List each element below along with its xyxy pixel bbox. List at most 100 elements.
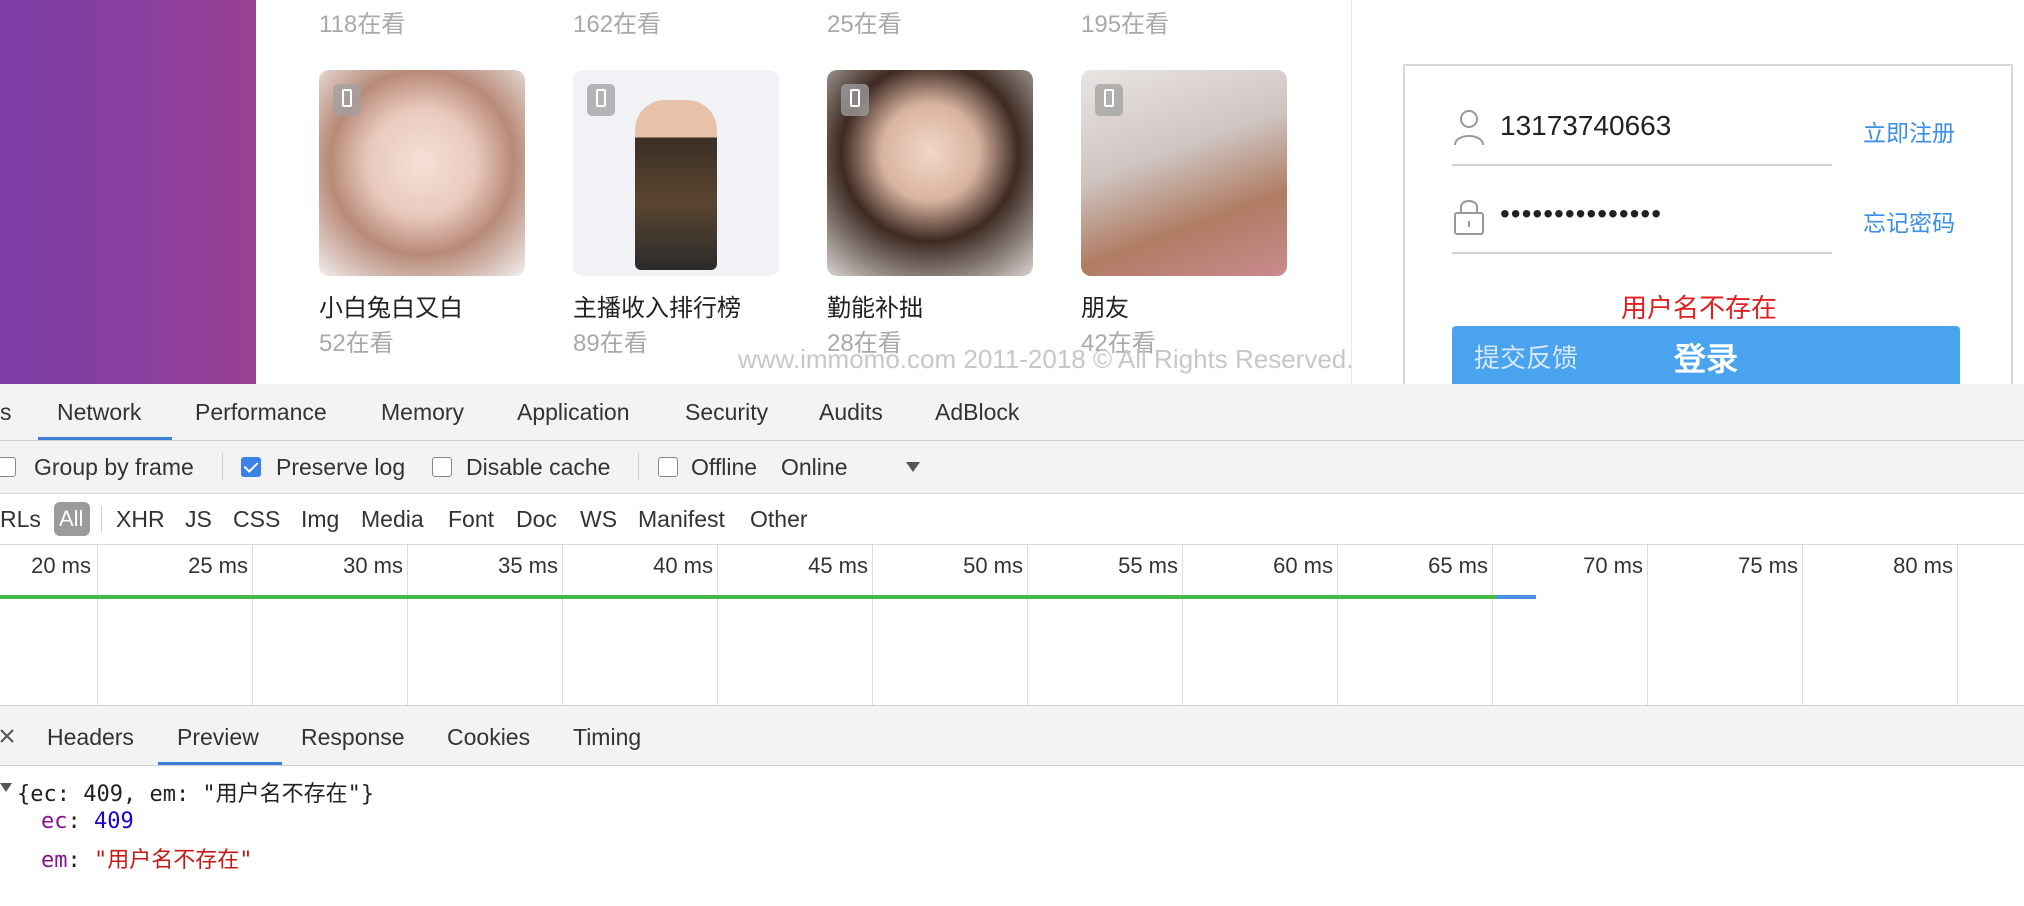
- filter-all-label: All: [59, 506, 84, 531]
- timeline-tick-label: 30 ms: [343, 553, 403, 578]
- feedback-link[interactable]: 提交反馈: [1474, 338, 1578, 375]
- filter-all[interactable]: All: [54, 502, 90, 536]
- timeline-gridline: [1027, 545, 1028, 705]
- tab-headers[interactable]: Headers: [47, 724, 134, 751]
- timeline-gridline: [1957, 545, 1958, 705]
- timeline-gridline: [1337, 545, 1338, 705]
- active-detail-tab-indicator: [158, 762, 282, 765]
- filter-font[interactable]: Font: [448, 506, 494, 533]
- login-panel: 13173740663 立即注册 ••••••••••••••• 忘记密码 用户…: [1403, 64, 2013, 384]
- timeline-tick-label: 45 ms: [808, 553, 868, 578]
- register-link[interactable]: 立即注册: [1863, 114, 1955, 148]
- filter-img[interactable]: Img: [301, 506, 339, 533]
- toolbar-divider: [638, 453, 639, 481]
- web-page: 118在看 162在看 25在看 195在看 小白兔白又白 52在看 主播收入排…: [0, 0, 2024, 384]
- tab-memory[interactable]: Memory: [381, 399, 464, 426]
- timeline-gridline: [1492, 545, 1493, 705]
- phone-icon: [587, 84, 615, 116]
- disable-cache-label: Disable cache: [466, 454, 611, 480]
- login-button-label: 登录: [1674, 341, 1739, 377]
- stream-title[interactable]: 小白兔白又白: [319, 288, 463, 323]
- tab-security[interactable]: Security: [685, 399, 768, 426]
- preview-object-summary[interactable]: {ec: 409, em: "用户名不存在"}: [17, 776, 374, 808]
- timeline-gridline: [562, 545, 563, 705]
- filter-css[interactable]: CSS: [233, 506, 280, 533]
- login-button[interactable]: 提交反馈 登录: [1452, 326, 1960, 384]
- request-download-bar: [1496, 595, 1536, 599]
- hide-data-urls-partial[interactable]: RLs: [0, 506, 41, 533]
- tab-audits[interactable]: Audits: [819, 399, 883, 426]
- devtools-panel: s Network Performance Memory Application…: [0, 384, 2024, 906]
- filter-xhr[interactable]: XHR: [116, 506, 165, 533]
- dropdown-arrow-icon[interactable]: [906, 462, 920, 472]
- stream-thumbnail[interactable]: [319, 70, 525, 276]
- timeline-gridline: [252, 545, 253, 705]
- close-icon[interactable]: [0, 729, 14, 743]
- tab-sources-partial[interactable]: s: [0, 399, 12, 426]
- viewer-count: 195在看: [1081, 11, 1170, 38]
- request-waiting-bar: [0, 595, 1496, 599]
- preview-value: "用户名不存在": [94, 848, 253, 873]
- stream-title[interactable]: 勤能补拙: [827, 288, 923, 323]
- group-by-frame-checkbox[interactable]: [0, 457, 16, 477]
- stream-thumbnail[interactable]: [827, 70, 1033, 276]
- purple-banner: [0, 0, 256, 384]
- tab-preview[interactable]: Preview: [177, 724, 259, 751]
- content-divider: [1351, 0, 1352, 384]
- viewer-count: 118在看: [319, 11, 406, 38]
- tab-network[interactable]: Network: [57, 399, 141, 426]
- filter-other[interactable]: Other: [750, 506, 808, 533]
- disable-cache-checkbox[interactable]: [432, 457, 452, 477]
- timeline-tick-label: 40 ms: [653, 553, 713, 578]
- filter-doc[interactable]: Doc: [516, 506, 557, 533]
- timeline-tick-label: 50 ms: [963, 553, 1023, 578]
- stream-thumbnail[interactable]: [573, 70, 779, 276]
- stream-title[interactable]: 朋友: [1081, 288, 1129, 323]
- filter-media[interactable]: Media: [361, 506, 424, 533]
- offline-checkbox[interactable]: [658, 457, 678, 477]
- filter-ws[interactable]: WS: [580, 506, 617, 533]
- phone-icon: [1095, 84, 1123, 116]
- timeline-gridline: [1647, 545, 1648, 705]
- timeline-gridline: [407, 545, 408, 705]
- user-icon: [1454, 110, 1484, 146]
- timeline-gridline: [1802, 545, 1803, 705]
- network-overview-timeline[interactable]: 20 ms 25 ms 30 ms 35 ms 40 ms 45 ms 50 m…: [0, 545, 2024, 706]
- person-figure: [635, 100, 717, 270]
- active-tab-indicator: [38, 437, 172, 440]
- stream-thumbnail[interactable]: [1081, 70, 1287, 276]
- preview-key: em: [41, 848, 68, 873]
- timeline-tick-label: 35 ms: [498, 553, 558, 578]
- tab-adblock[interactable]: AdBlock: [935, 399, 1019, 426]
- tab-performance[interactable]: Performance: [195, 399, 327, 426]
- timeline-tick-label: 60 ms: [1273, 553, 1333, 578]
- filter-manifest[interactable]: Manifest: [638, 506, 725, 533]
- stream-title[interactable]: 主播收入排行榜: [573, 288, 741, 323]
- username-input[interactable]: 13173740663: [1500, 110, 1671, 142]
- timeline-tick-label: 65 ms: [1428, 553, 1488, 578]
- lock-icon: [1454, 200, 1484, 235]
- timeline-gridline: [97, 545, 98, 705]
- preserve-log-checkbox[interactable]: [241, 457, 261, 477]
- group-by-frame-label: Group by frame: [34, 454, 194, 480]
- throttling-select[interactable]: Online: [781, 454, 847, 481]
- expand-triangle-icon[interactable]: [0, 783, 12, 792]
- filter-divider: [101, 506, 102, 532]
- preview-value: 409: [94, 809, 134, 834]
- tab-application[interactable]: Application: [517, 399, 630, 426]
- filter-js[interactable]: JS: [185, 506, 212, 533]
- forgot-password-link[interactable]: 忘记密码: [1863, 204, 1955, 238]
- password-input[interactable]: •••••••••••••••: [1500, 198, 1662, 230]
- timeline-tick-label: 55 ms: [1118, 553, 1178, 578]
- password-underline: [1452, 252, 1832, 254]
- timeline-tick-label: 20 ms: [31, 553, 91, 578]
- timeline-gridline: [717, 545, 718, 705]
- preview-pane: {ec: 409, em: "用户名不存在"} ec: 409 em: "用户名…: [0, 766, 2024, 906]
- timeline-tick-label: 75 ms: [1738, 553, 1798, 578]
- tab-timing[interactable]: Timing: [573, 724, 641, 751]
- timeline-tick-label: 25 ms: [188, 553, 248, 578]
- timeline-tick-label: 70 ms: [1583, 553, 1643, 578]
- network-toolbar: Group by frame Preserve log Disable cach…: [0, 441, 2024, 494]
- tab-response[interactable]: Response: [301, 724, 405, 751]
- tab-cookies[interactable]: Cookies: [447, 724, 530, 751]
